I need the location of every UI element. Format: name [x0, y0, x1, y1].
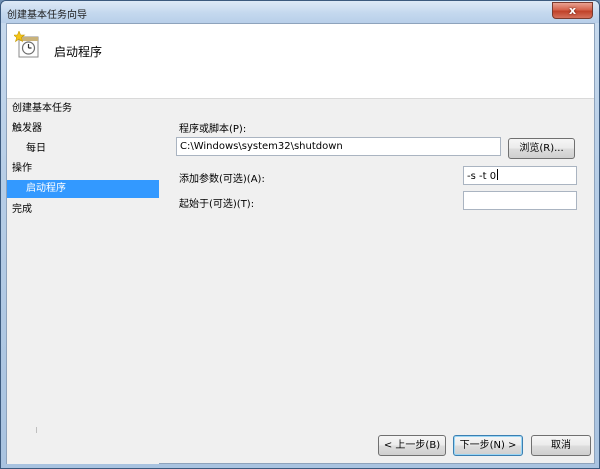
program-label: 程序或脚本(P):	[179, 124, 247, 135]
nav-step-trigger[interactable]: 触发器	[7, 120, 159, 138]
wizard-window: 创建基本任务向导 x 启动程序 创建基本任务 触发器 每日 操作 启动程序 完成…	[0, 0, 600, 469]
arguments-input[interactable]: -s -t 0	[463, 166, 577, 185]
client-area: 启动程序 创建基本任务 触发器 每日 操作 启动程序 完成 程序或脚本(P):	[6, 23, 595, 464]
close-icon: x	[568, 4, 577, 17]
arguments-input-value: -s -t 0	[467, 171, 497, 182]
cancel-button[interactable]: 取消	[531, 435, 591, 456]
browse-button-label: 浏览(R)...	[519, 143, 564, 154]
wizard-steps-nav: 创建基本任务 触发器 每日 操作 启动程序 完成	[7, 100, 159, 464]
nav-step-label: 完成	[12, 204, 32, 215]
cancel-button-label: 取消	[551, 440, 571, 451]
nav-step-label: 触发器	[12, 123, 42, 134]
divider	[36, 427, 37, 433]
start-in-label: 起始于(可选)(T):	[179, 199, 255, 210]
next-button[interactable]: 下一步(N) >	[453, 435, 523, 456]
nav-step-daily[interactable]: 每日	[7, 140, 159, 158]
text-caret	[497, 169, 499, 180]
program-input-value: C:\Windows\system32\shutdown	[180, 141, 343, 152]
nav-step-label: 每日	[26, 143, 46, 154]
nav-step-action[interactable]: 操作	[7, 160, 159, 178]
browse-button[interactable]: 浏览(R)...	[508, 138, 575, 159]
arguments-label: 添加参数(可选)(A):	[179, 174, 265, 185]
nav-step-label: 创建基本任务	[12, 103, 72, 114]
nav-step-label: 启动程序	[26, 183, 66, 194]
next-button-label: 下一步(N) >	[459, 440, 517, 451]
back-button[interactable]: < 上一步(B)	[378, 435, 446, 456]
start-in-input[interactable]	[463, 191, 577, 210]
back-button-label: < 上一步(B)	[383, 440, 441, 451]
nav-step-create-basic-task[interactable]: 创建基本任务	[7, 100, 159, 118]
task-scheduler-clock-icon	[14, 31, 39, 58]
nav-step-finish[interactable]: 完成	[7, 201, 159, 219]
nav-step-label: 操作	[12, 163, 32, 174]
page-title: 启动程序	[54, 45, 103, 59]
close-button[interactable]: x	[552, 2, 593, 19]
window-title: 创建基本任务向导	[7, 10, 87, 21]
wizard-header: 启动程序	[7, 24, 594, 99]
title-bar[interactable]: 创建基本任务向导 x	[1, 1, 599, 23]
nav-step-start-program[interactable]: 启动程序	[7, 180, 159, 198]
program-input[interactable]: C:\Windows\system32\shutdown	[176, 137, 501, 156]
